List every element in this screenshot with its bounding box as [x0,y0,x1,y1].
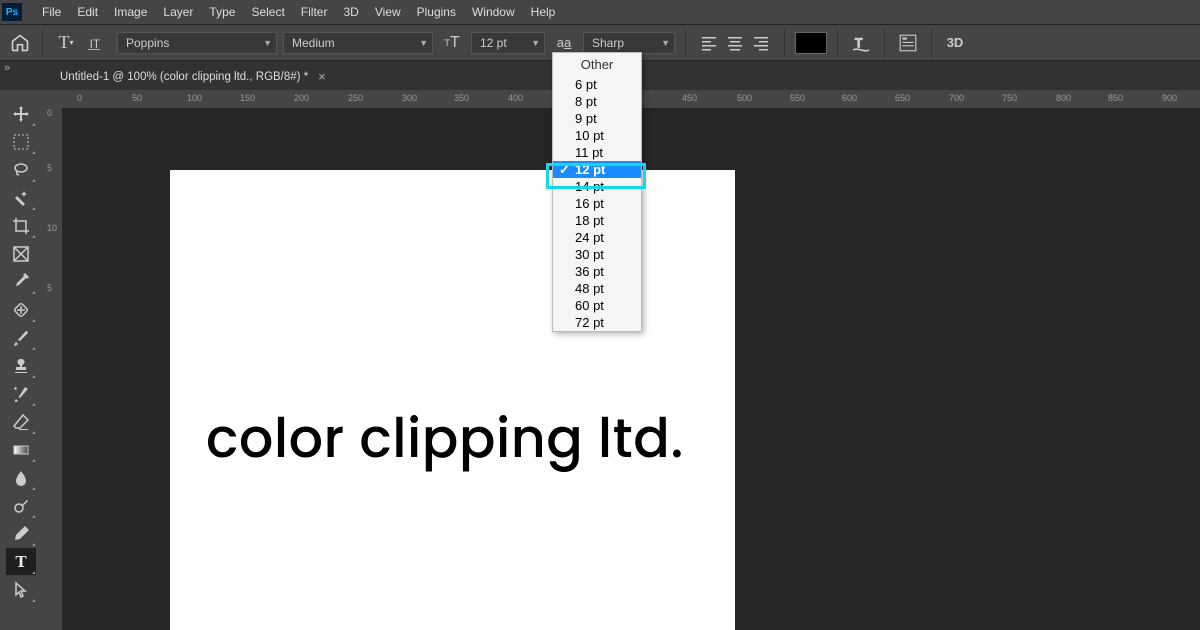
menu-help[interactable]: Help [523,5,564,19]
font-size-option[interactable]: 16 pt [553,195,641,212]
font-size-option[interactable]: 48 pt [553,280,641,297]
font-size-option[interactable]: 8 pt [553,93,641,110]
chevron-down-icon: ▼ [419,38,428,48]
chevron-down-icon: ▼ [263,38,272,48]
tools-panel: T [0,90,42,630]
warp-text-icon[interactable]: T [848,30,874,56]
document-tab-title: Untitled-1 @ 100% (color clipping ltd., … [60,71,308,83]
blur-tool[interactable] [6,464,36,491]
font-size-option[interactable]: 30 pt [553,246,641,263]
font-size-option[interactable]: 18 pt [553,212,641,229]
font-family-dropdown[interactable]: Poppins ▼ [117,32,277,54]
antialiasing-value: Sharp [592,36,624,50]
ruler-origin[interactable] [42,90,62,108]
marquee-tool[interactable] [6,128,36,155]
gradient-tool[interactable] [6,436,36,463]
text-orientation-icon[interactable]: I̲T̲ [85,30,111,56]
menu-bar: Ps File Edit Image Layer Type Select Fil… [0,0,1200,24]
expand-panels-icon[interactable]: » [0,60,14,76]
menu-file[interactable]: File [34,5,69,19]
menu-window[interactable]: Window [464,5,523,19]
font-size-icon: TT [439,30,465,56]
font-size-value: 12 pt [480,36,507,50]
menu-layer[interactable]: Layer [155,5,201,19]
text-align-group [696,32,774,54]
menu-edit[interactable]: Edit [69,5,106,19]
3d-button[interactable]: 3D [942,30,968,56]
svg-text:I̲T̲: I̲T̲ [88,38,100,51]
font-size-option[interactable]: 11 pt [553,144,641,161]
close-tab-icon[interactable]: × [318,69,326,84]
align-center-button[interactable] [722,32,748,54]
crop-tool[interactable] [6,212,36,239]
frame-tool[interactable] [6,240,36,267]
chevron-down-icon: ▼ [661,38,670,48]
font-size-dropdown[interactable]: 12 pt ▼ [471,32,545,54]
app-logo: Ps [2,3,22,21]
font-size-menu-header[interactable]: Other [553,53,641,76]
menu-filter[interactable]: Filter [293,5,336,19]
menu-view[interactable]: View [367,5,409,19]
pen-tool[interactable] [6,520,36,547]
stamp-tool[interactable] [6,352,36,379]
move-tool[interactable] [6,100,36,127]
home-icon[interactable] [8,31,32,55]
font-size-option[interactable]: 24 pt [553,229,641,246]
align-right-button[interactable] [748,32,774,54]
font-weight-value: Medium [292,36,335,50]
font-size-option-selected[interactable]: 12 pt [553,161,641,178]
font-size-option[interactable]: 10 pt [553,127,641,144]
type-tool-icon[interactable]: T▾ [53,30,79,56]
path-selection-tool[interactable] [6,576,36,603]
chevron-down-icon: ▼ [531,38,540,48]
vertical-ruler[interactable]: 0 5 10 5 [42,108,62,630]
menu-select[interactable]: Select [243,5,292,19]
brush-tool[interactable] [6,324,36,351]
align-left-button[interactable] [696,32,722,54]
font-size-option[interactable]: 72 pt [553,314,641,331]
panel-toggle-icon[interactable] [895,30,921,56]
type-tool[interactable]: T [6,548,36,575]
font-size-option[interactable]: 14 pt [553,178,641,195]
menu-type[interactable]: Type [201,5,243,19]
font-size-menu: Other 6 pt 8 pt 9 pt 10 pt 11 pt 12 pt 1… [552,52,642,332]
font-weight-dropdown[interactable]: Medium ▼ [283,32,433,54]
font-size-option[interactable]: 60 pt [553,297,641,314]
font-size-option[interactable]: 9 pt [553,110,641,127]
eyedropper-tool[interactable] [6,268,36,295]
text-color-swatch[interactable] [795,32,827,54]
font-size-option[interactable]: 36 pt [553,263,641,280]
menu-image[interactable]: Image [106,5,155,19]
menu-plugins[interactable]: Plugins [409,5,464,19]
svg-text:T: T [855,36,863,50]
menu-3d[interactable]: 3D [335,5,366,19]
antialiasing-dropdown[interactable]: Sharp ▼ [583,32,675,54]
document-canvas[interactable]: color clipping ltd. [170,170,735,630]
document-tab[interactable]: Untitled-1 @ 100% (color clipping ltd., … [50,63,336,90]
lasso-tool[interactable] [6,156,36,183]
history-brush-tool[interactable] [6,380,36,407]
font-size-option[interactable]: 6 pt [553,76,641,93]
font-family-value: Poppins [126,36,169,50]
healing-tool[interactable] [6,296,36,323]
canvas-text-layer[interactable]: color clipping ltd. [206,398,684,479]
dodge-tool[interactable] [6,492,36,519]
eraser-tool[interactable] [6,408,36,435]
magic-wand-tool[interactable] [6,184,36,211]
